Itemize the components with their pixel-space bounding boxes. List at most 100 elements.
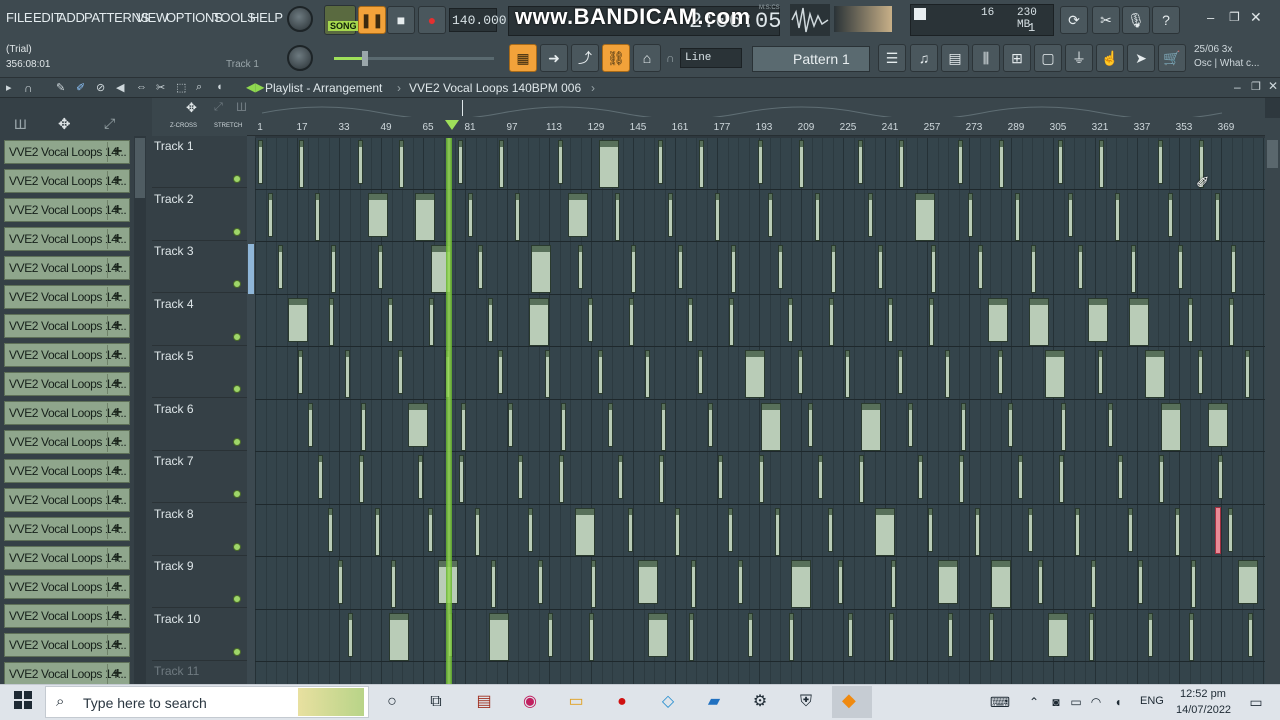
clip-header[interactable] xyxy=(1092,561,1095,567)
clip-header[interactable] xyxy=(946,351,949,357)
audio-clip[interactable] xyxy=(428,507,433,552)
audio-clip[interactable] xyxy=(878,245,883,289)
audio-clip[interactable] xyxy=(528,507,533,552)
clip-header[interactable] xyxy=(919,456,922,462)
playlist-vertical-scrollbar[interactable] xyxy=(1265,118,1280,684)
audio-clip[interactable] xyxy=(268,192,273,237)
clip-header[interactable] xyxy=(1176,508,1179,515)
clip-header[interactable] xyxy=(762,403,780,410)
audio-clip[interactable] xyxy=(988,297,1008,342)
clip-header[interactable] xyxy=(800,141,803,147)
clip-header[interactable] xyxy=(359,141,362,147)
browser-button[interactable]: ▢ xyxy=(1034,44,1062,72)
audio-clip[interactable] xyxy=(931,245,936,293)
clip-header[interactable] xyxy=(990,613,993,620)
audio-clip[interactable] xyxy=(331,245,336,293)
clip-header[interactable] xyxy=(379,246,382,252)
audio-clip[interactable] xyxy=(999,140,1004,188)
audio-clip[interactable] xyxy=(508,402,513,447)
audio-clip[interactable] xyxy=(628,507,633,552)
track-header[interactable]: Track 2 xyxy=(152,189,247,241)
clip-header[interactable] xyxy=(1039,561,1042,567)
clip-header[interactable] xyxy=(1159,141,1162,147)
clip-header[interactable] xyxy=(499,351,502,357)
settings-icon[interactable]: ⚙ xyxy=(748,690,772,714)
clip-header[interactable] xyxy=(862,403,880,410)
clip-header[interactable] xyxy=(999,351,1002,357)
clip-header[interactable] xyxy=(1130,298,1148,305)
file-explorer-icon[interactable]: ▭ xyxy=(564,690,588,714)
audio-clip[interactable] xyxy=(1091,560,1096,608)
clip-header[interactable] xyxy=(646,351,649,357)
audio-clip[interactable] xyxy=(491,560,496,608)
audio-clip[interactable] xyxy=(848,612,853,657)
audio-clip[interactable] xyxy=(899,140,904,188)
clip-header[interactable] xyxy=(839,561,842,567)
project-name[interactable]: VVE2 Vocal Loops 140BPM 006 xyxy=(409,81,581,95)
audio-clip[interactable] xyxy=(1161,402,1181,451)
clip-header[interactable] xyxy=(1232,246,1235,252)
audio-clip[interactable] xyxy=(761,402,781,451)
cross-icon[interactable]: ⤢ xyxy=(214,101,223,114)
audio-clip[interactable] xyxy=(318,455,323,499)
channel-drag-icon[interactable]: + xyxy=(107,258,127,278)
selected-audio-clip[interactable] xyxy=(1215,507,1221,554)
channel-drag-icon[interactable]: + xyxy=(107,142,127,162)
clip-header[interactable] xyxy=(389,298,392,305)
channel-item[interactable]: VVE2 Vocal Loops 14... + xyxy=(4,546,130,570)
audio-clip[interactable] xyxy=(698,350,703,394)
clip-header[interactable] xyxy=(590,613,593,620)
audio-clip[interactable] xyxy=(638,560,658,604)
audio-clip[interactable] xyxy=(1128,507,1133,552)
playhead[interactable] xyxy=(446,138,452,684)
audio-clip[interactable] xyxy=(1229,297,1234,346)
piano-keys-icon[interactable]: Ш xyxy=(14,116,27,132)
clip-header[interactable] xyxy=(900,141,903,147)
track-mute-led-icon[interactable] xyxy=(233,542,241,551)
clip-header[interactable] xyxy=(429,508,432,515)
clip-header[interactable] xyxy=(400,141,403,147)
clip-header[interactable] xyxy=(1069,193,1072,200)
audio-clip[interactable] xyxy=(1178,245,1183,289)
audio-clip[interactable] xyxy=(278,245,283,289)
clip-header[interactable] xyxy=(846,351,849,357)
audio-clip[interactable] xyxy=(1238,560,1258,604)
audio-clip[interactable] xyxy=(1208,402,1228,447)
audio-clip[interactable] xyxy=(589,612,594,661)
audio-clip[interactable] xyxy=(545,350,550,398)
audio-clip[interactable] xyxy=(389,612,409,661)
track-mute-led-icon[interactable] xyxy=(233,490,241,498)
clip-header[interactable] xyxy=(959,141,962,147)
folder-app-icon[interactable]: ▰ xyxy=(702,690,726,714)
clock-time[interactable]: 12:52 pm xyxy=(1180,688,1226,700)
audio-clip[interactable] xyxy=(668,192,673,237)
audio-clip[interactable] xyxy=(715,192,720,241)
clip-header[interactable] xyxy=(489,298,492,305)
channel-item[interactable]: VVE2 Vocal Loops 14... + xyxy=(4,633,130,657)
clip-header[interactable] xyxy=(790,613,793,620)
audio-clip[interactable] xyxy=(745,350,765,398)
track-mute-led-icon[interactable] xyxy=(233,227,241,236)
clip-header[interactable] xyxy=(746,351,764,357)
channel-rack-button[interactable]: ▤ xyxy=(941,44,969,72)
tray-chevron-icon[interactable]: ⌃ xyxy=(1022,690,1046,714)
clip-header[interactable] xyxy=(259,141,262,147)
clip-header[interactable] xyxy=(346,351,349,357)
audio-clip[interactable] xyxy=(1045,350,1065,398)
audio-clip[interactable] xyxy=(748,612,753,657)
plugin-button[interactable]: ⏚ xyxy=(1065,44,1093,72)
audio-clip[interactable] xyxy=(828,507,833,552)
task-view-icon[interactable]: ⧉ xyxy=(424,690,448,714)
clip-header[interactable] xyxy=(659,141,662,147)
channel-item[interactable]: VVE2 Vocal Loops 14... + xyxy=(4,227,130,251)
clip-header[interactable] xyxy=(316,193,319,200)
clip-header[interactable] xyxy=(890,613,893,620)
audio-clip[interactable] xyxy=(815,192,820,241)
audio-clip[interactable] xyxy=(688,297,693,342)
snap-selector[interactable]: Line xyxy=(680,48,742,68)
track-header[interactable]: Track 9 xyxy=(152,556,247,608)
automation-icon[interactable]: ⤢ xyxy=(104,115,115,132)
clip-header[interactable] xyxy=(546,351,549,357)
audio-clip[interactable] xyxy=(328,507,333,552)
clip-header[interactable] xyxy=(1060,456,1063,462)
